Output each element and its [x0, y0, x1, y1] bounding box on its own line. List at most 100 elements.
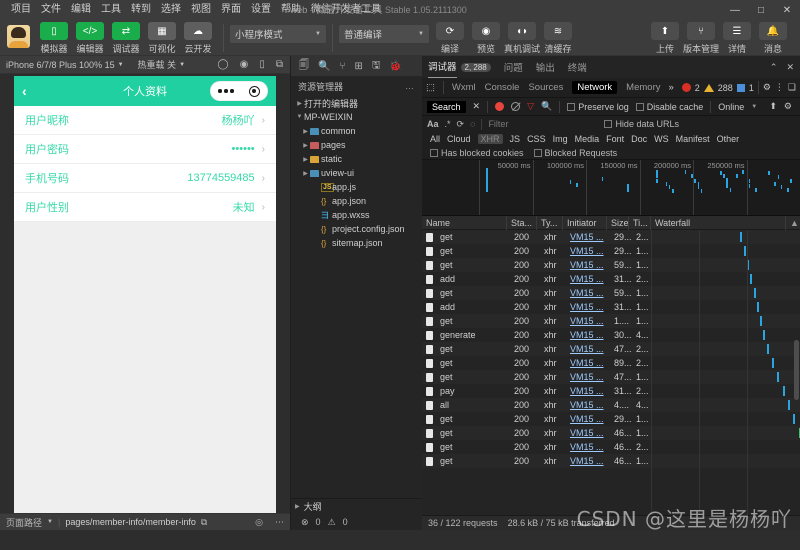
request-initiator[interactable]: VM15 ...: [566, 412, 610, 426]
settings-gear-icon[interactable]: ⚙: [763, 82, 771, 93]
profile-row[interactable]: 用户昵称 杨杨吖 ›: [14, 106, 276, 135]
col-header-ti...[interactable]: Ti...: [629, 215, 651, 230]
menu-8[interactable]: 设置: [246, 0, 276, 20]
tab-debugger[interactable]: 调试器: [428, 56, 457, 78]
close-search-icon[interactable]: ✕: [473, 101, 481, 112]
table-row[interactable]: get 200 xhr VM15 ... 59... 1...: [422, 286, 800, 300]
toolbar-device-debug-icon-button[interactable]: ◖◗ 真机调试: [504, 22, 540, 55]
debug-icon[interactable]: 🐞: [389, 61, 401, 72]
record-icon[interactable]: ◉: [240, 59, 249, 70]
type-filter-css[interactable]: CSS: [527, 134, 546, 144]
minimize-icon[interactable]: —: [722, 0, 748, 20]
devtools-tab-sources[interactable]: Sources: [528, 82, 563, 93]
has-blocked-cookies-checkbox[interactable]: Has blocked cookies: [430, 148, 524, 158]
warning-count[interactable]: 288: [718, 83, 733, 93]
type-filter-img[interactable]: Img: [553, 134, 568, 144]
menu-5[interactable]: 选择: [156, 0, 186, 20]
outline-header[interactable]: ▶ 大纲: [291, 499, 422, 514]
table-row[interactable]: generate 200 xhr VM15 ... 30... 4...: [422, 328, 800, 342]
close-icon[interactable]: ✕: [786, 62, 794, 73]
menu-3[interactable]: 工具: [96, 0, 126, 20]
explorer-section-root[interactable]: ▼ MP-WEIXIN: [291, 110, 422, 124]
request-initiator[interactable]: VM15 ...: [566, 426, 610, 440]
type-filter-manifest[interactable]: Manifest: [676, 134, 710, 144]
target-circle-icon[interactable]: [248, 85, 260, 97]
table-row[interactable]: get 200 xhr VM15 ... 29... 1...: [422, 412, 800, 426]
menu-7[interactable]: 界面: [216, 0, 246, 20]
toolbar-bell-icon-button[interactable]: 🔔 消息: [756, 22, 790, 55]
request-initiator[interactable]: VM15 ...: [566, 244, 610, 258]
tree-item[interactable]: {} app.json: [291, 194, 422, 208]
filter-input[interactable]: Filter: [488, 119, 598, 129]
type-filter-all[interactable]: All: [430, 134, 440, 144]
refresh-icon[interactable]: ◯: [217, 59, 228, 70]
request-initiator[interactable]: VM15 ...: [566, 384, 610, 398]
search-icon[interactable]: 🔍: [318, 61, 330, 72]
menu-4[interactable]: 转到: [126, 0, 156, 20]
tab-terminal[interactable]: 终端: [568, 60, 587, 74]
device-select[interactable]: iPhone 6/7/8 Plus 100% 15 ▼: [6, 60, 124, 70]
devtools-tab-memory[interactable]: Memory: [626, 82, 660, 93]
magnifier-icon[interactable]: 🔍: [541, 101, 552, 112]
dock-icon[interactable]: ❏: [788, 82, 796, 93]
profile-row[interactable]: 用户密码 •••••• ›: [14, 135, 276, 164]
table-row[interactable]: add 200 xhr VM15 ... 31... 2...: [422, 272, 800, 286]
toolbar-detail-icon-button[interactable]: ☰ 详情: [720, 22, 754, 55]
type-filter-doc[interactable]: Doc: [631, 134, 647, 144]
record-dot-icon[interactable]: [495, 102, 505, 111]
network-overview[interactable]: 50000 ms 100000 ms 150000 ms 200000 ms 2…: [422, 160, 800, 216]
table-row[interactable]: get 200 xhr VM15 ... 59... 1...: [422, 258, 800, 272]
preserve-log-checkbox[interactable]: Preserve log: [567, 102, 629, 112]
tab-problems[interactable]: 问题: [504, 60, 523, 74]
col-header-sta...[interactable]: Sta...: [507, 215, 537, 230]
col-header-waterfall[interactable]: Waterfall: [651, 215, 786, 230]
collapse-icon[interactable]: ⌃: [770, 62, 778, 73]
close-icon[interactable]: ✕: [774, 0, 800, 20]
match-case-icon[interactable]: Aa: [427, 119, 439, 129]
request-initiator[interactable]: VM15 ...: [566, 454, 610, 468]
tree-item[interactable]: {} sitemap.json: [291, 236, 422, 250]
network-settings-gear-icon[interactable]: ⚙: [784, 101, 795, 112]
maximize-icon[interactable]: □: [748, 0, 774, 20]
toolbar-upload-icon-button[interactable]: ⬆ 上传: [648, 22, 682, 55]
table-row[interactable]: get 200 xhr VM15 ... 29... 1...: [422, 244, 800, 258]
type-filter-media[interactable]: Media: [575, 134, 600, 144]
toolbar-cloud-icon-button[interactable]: ☁ 云开发: [181, 22, 215, 55]
funnel-icon[interactable]: ▽: [527, 101, 534, 112]
tree-item[interactable]: ▶ common: [291, 124, 422, 138]
copy-icon[interactable]: ⧉: [201, 517, 207, 528]
request-initiator[interactable]: VM15 ...: [566, 300, 610, 314]
more-icon[interactable]: ⋯: [275, 517, 284, 528]
more-dots-icon[interactable]: [218, 89, 234, 93]
tabs-overflow-icon[interactable]: »: [668, 82, 673, 93]
menu-6[interactable]: 视图: [186, 0, 216, 20]
table-row[interactable]: get 200 xhr VM15 ... 29... 2...: [422, 230, 800, 244]
table-row[interactable]: get 200 xhr VM15 ... 89... 2...: [422, 356, 800, 370]
col-header-name[interactable]: Name: [422, 215, 507, 230]
screencast-icon[interactable]: ⧉: [276, 59, 283, 70]
tab-output[interactable]: 输出: [536, 60, 555, 74]
devtools-tab-console[interactable]: Console: [485, 82, 520, 93]
toolbar-phone-icon-button[interactable]: ▯ 模拟器: [37, 22, 71, 55]
request-initiator[interactable]: VM15 ...: [566, 272, 610, 286]
table-row[interactable]: get 200 xhr VM15 ... 46... 1...: [422, 426, 800, 440]
table-row[interactable]: get 200 xhr VM15 ... 47... 1...: [422, 370, 800, 384]
source-control-icon[interactable]: ⑂: [339, 61, 345, 72]
toolbar-bug-icon-button[interactable]: ⇄ 调试器: [109, 22, 143, 55]
chevron-down-icon[interactable]: ▼: [47, 519, 53, 525]
request-initiator[interactable]: VM15 ...: [566, 342, 610, 356]
type-filter-cloud[interactable]: Cloud: [447, 134, 471, 144]
vertical-scrollbar[interactable]: [794, 340, 799, 400]
tree-item[interactable]: ▶ uview-ui: [291, 166, 422, 180]
save-icon[interactable]: 🖫: [372, 58, 381, 75]
inspect-icon[interactable]: ⬚: [426, 82, 435, 93]
tree-item[interactable]: ▶ static: [291, 152, 422, 166]
table-row[interactable]: all 200 xhr VM15 ... 4.... 4...: [422, 398, 800, 412]
info-count[interactable]: 1: [749, 83, 754, 93]
profile-row[interactable]: 用户性别 未知 ›: [14, 193, 276, 222]
explorer-more-icon[interactable]: …: [405, 81, 415, 91]
toolbar-branch-icon-button[interactable]: ⑂ 版本管理: [683, 22, 719, 55]
network-request-list[interactable]: get 200 xhr VM15 ... 29... 2... get 200 …: [422, 230, 800, 515]
toolbar-layers-icon-button[interactable]: ≋ 清缓存: [541, 22, 575, 55]
request-initiator[interactable]: VM15 ...: [566, 440, 610, 454]
